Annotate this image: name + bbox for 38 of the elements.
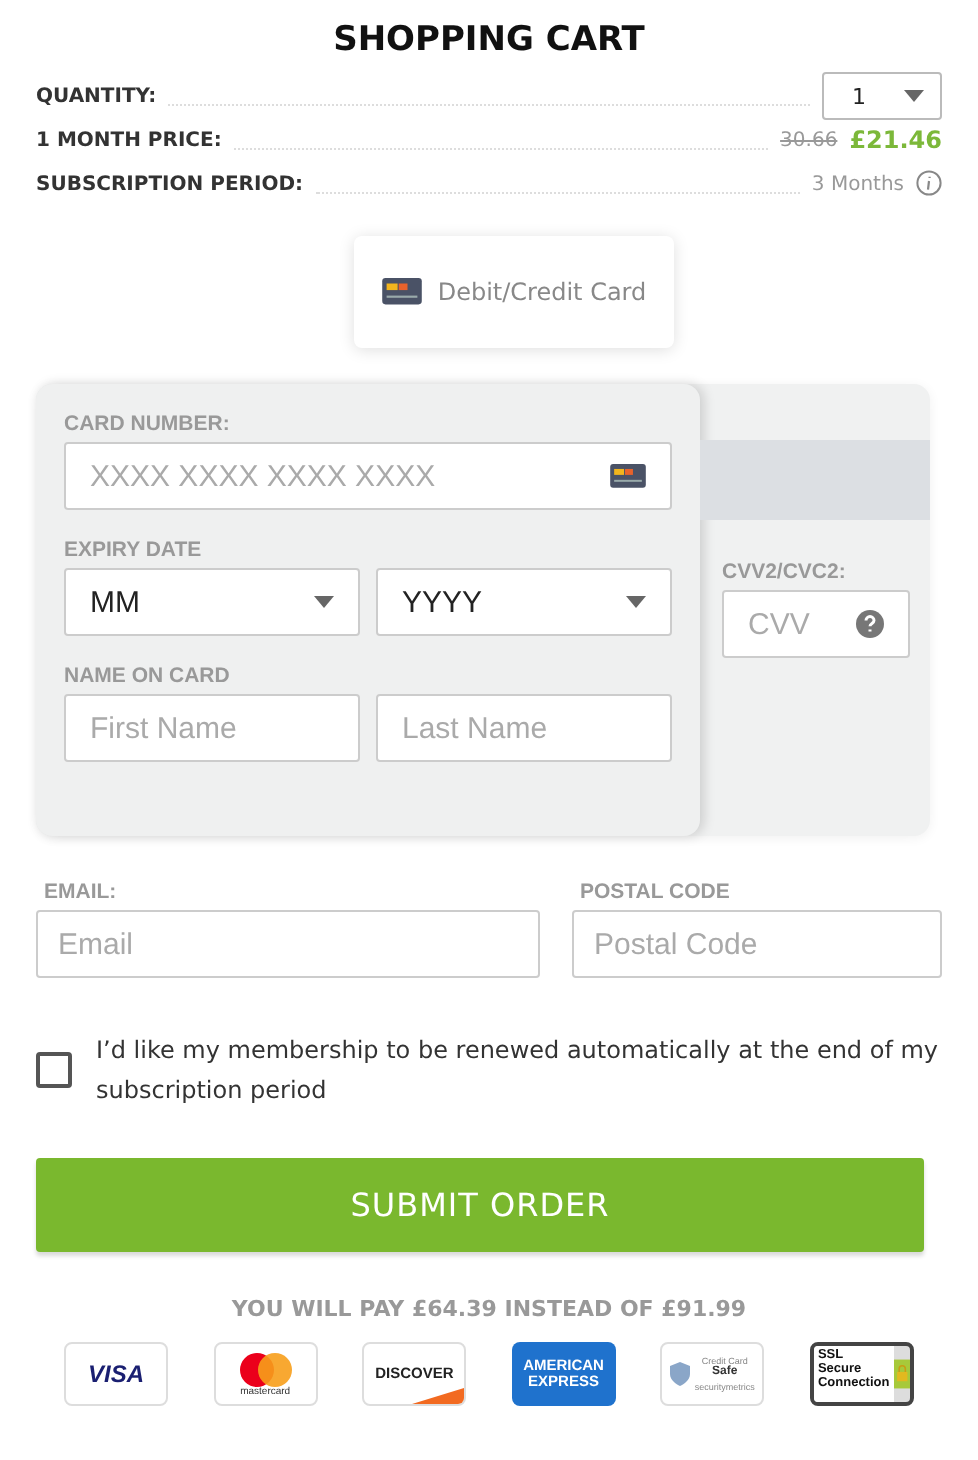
field-label: POSTAL CODE (580, 880, 732, 904)
overlapping-circles-icon (235, 1351, 296, 1387)
credit-card-icon (381, 278, 422, 306)
month-select[interactable]: MM (64, 568, 360, 636)
dropdown-caret-icon (626, 596, 646, 608)
field-label: CVV2/CVC2: (722, 560, 848, 584)
credit-card-icon (610, 464, 646, 488)
page-title: SHOPPING CART (331, 20, 647, 60)
card-number-field[interactable]: XXXX XXXX XXXX XXXX (64, 442, 672, 510)
help-icon[interactable] (856, 610, 884, 638)
field-label: CARD NUMBER: (64, 412, 232, 436)
first-name-field[interactable]: First Name (64, 694, 360, 762)
checkbox-label: I’d like my membership to be renewed automatically at the end of my subscription period (96, 1034, 941, 1108)
info-icon[interactable] (916, 170, 942, 196)
field-label: EXPIRY DATE (64, 538, 204, 562)
swoosh-icon (412, 1388, 465, 1404)
discount-price: £21.46 (849, 126, 942, 158)
dropdown-caret-icon (904, 90, 924, 102)
dropdown-caret-icon (314, 596, 334, 608)
quantity-select[interactable]: 1 (822, 72, 942, 120)
summary-label: QUANTITY: (36, 86, 157, 112)
field-label: EMAIL: (44, 880, 119, 904)
summary-label: SUBSCRIPTION PERIOD: (36, 174, 304, 200)
checkbox[interactable] (36, 1052, 72, 1088)
visa-logo-text: VISA (87, 1362, 144, 1386)
last-name-field[interactable]: Last Name (376, 694, 672, 762)
text-field[interactable]: Postal Code (572, 910, 942, 978)
cvv-field[interactable]: CVV (722, 590, 910, 658)
year-select[interactable]: YYYY (376, 568, 672, 636)
shield-icon (670, 1362, 691, 1386)
payment-method-tab[interactable]: Debit/Credit Card (354, 236, 674, 348)
field-label: NAME ON CARD (64, 664, 232, 688)
summary-label: 1 MONTH PRICE: (36, 130, 222, 156)
payment-summary: YOU WILL PAY £64.39 INSTEAD OF £91.99 (229, 1296, 749, 1322)
text-field[interactable]: Email (36, 910, 540, 978)
submit-order-button[interactable]: SUBMIT ORDER (36, 1158, 924, 1252)
old-price: 30.66 (780, 130, 838, 156)
subscription-period: 3 Months (811, 174, 904, 200)
